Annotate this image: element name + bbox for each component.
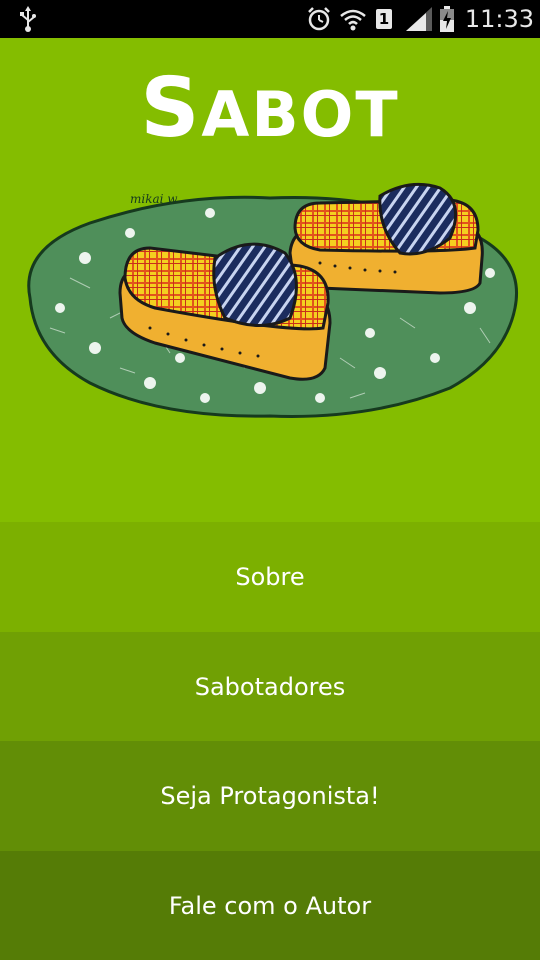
app-title: SABOT: [0, 68, 540, 150]
menu-item-fale-com-o-autor[interactable]: Fale com o Autor: [0, 851, 540, 960]
main-menu: Sobre Sabotadores Seja Protagonista! Fal…: [0, 522, 540, 960]
alarm-icon: [304, 0, 334, 38]
sandals-illustration: mikai w.: [27, 182, 518, 418]
app-title-initial: S: [140, 61, 202, 156]
artist-signature: mikai w.: [130, 192, 180, 206]
sim-slot-label: 1: [376, 9, 392, 29]
menu-item-label: Seja Protagonista!: [160, 782, 380, 810]
menu-item-sobre[interactable]: Sobre: [0, 522, 540, 632]
menu-item-label: Sobre: [235, 563, 305, 591]
signal-icon: [404, 0, 434, 38]
app-header: SABOT mikai w.: [0, 38, 540, 522]
status-time: 11:33: [464, 5, 534, 33]
sim-icon: 1: [372, 0, 396, 38]
menu-item-seja-protagonista[interactable]: Seja Protagonista!: [0, 741, 540, 851]
menu-item-sabotadores[interactable]: Sabotadores: [0, 632, 540, 741]
app-screen: 1 11:33 SABOT mikai w. Sobre Sabotadores…: [0, 0, 540, 960]
menu-item-label: Sabotadores: [194, 672, 346, 701]
wifi-icon: [338, 0, 368, 38]
usb-icon: [14, 0, 42, 38]
menu-item-label: Fale com o Autor: [168, 891, 372, 920]
battery-icon: [438, 0, 456, 38]
status-bar: 1 11:33: [0, 0, 540, 38]
app-title-rest: ABOT: [201, 78, 400, 151]
